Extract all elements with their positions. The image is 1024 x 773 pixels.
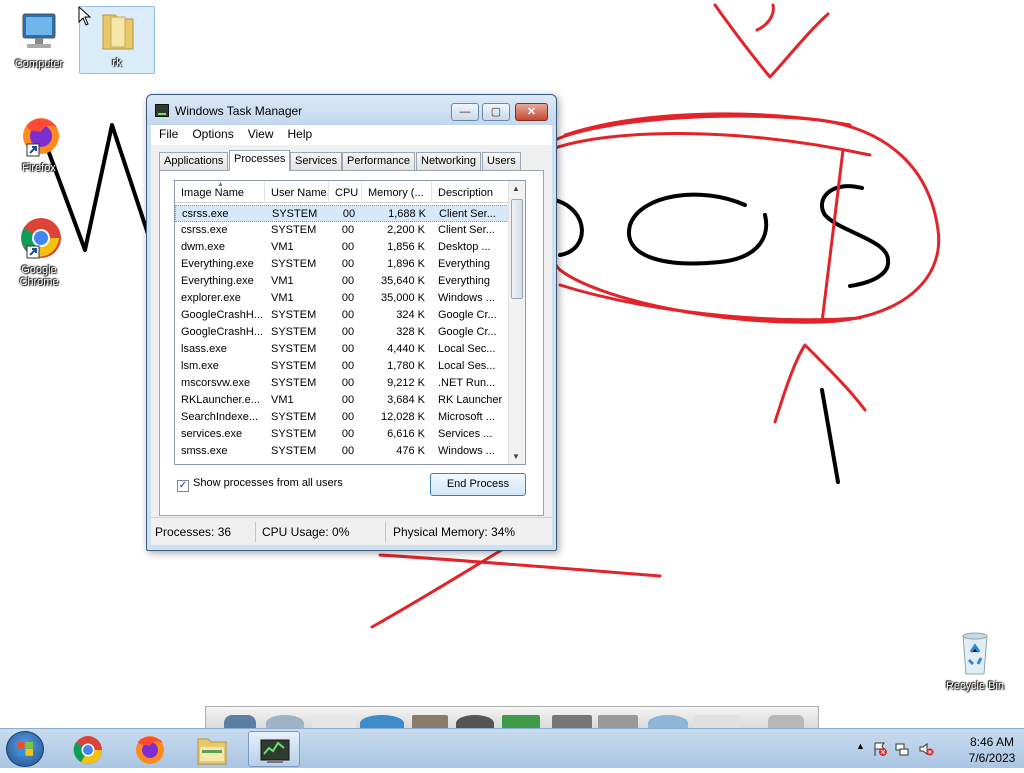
menu-bar: File Options View Help: [151, 125, 552, 145]
column-description[interactable]: Description: [432, 181, 509, 203]
process-row[interactable]: dwm.exe VM1 00 1,856 K Desktop ...: [175, 239, 509, 256]
tab-services[interactable]: Services: [290, 152, 343, 170]
process-row[interactable]: GoogleCrashH... SYSTEM 00 328 K Google Cr...: [175, 324, 509, 341]
process-row[interactable]: explorer.exe VM1 00 35,000 K Windows ...: [175, 290, 509, 307]
task-manager-icon: [260, 739, 290, 763]
end-process-button[interactable]: End Process: [430, 473, 526, 496]
menu-help[interactable]: Help: [280, 125, 319, 141]
desktop-icon-label: Firefox: [22, 162, 56, 174]
sort-arrow-icon: ▲: [217, 181, 224, 188]
mouse-cursor-icon: [78, 6, 92, 26]
clock-time: 8:46 AM: [969, 735, 1015, 749]
taskbar-firefox[interactable]: [124, 731, 176, 767]
tab-performance[interactable]: Performance: [342, 152, 415, 170]
desktop-icon-label: Recycle Bin: [945, 680, 1005, 692]
taskbar-explorer[interactable]: [186, 731, 238, 767]
minimize-button[interactable]: —: [451, 103, 479, 121]
recycle-bin-icon: [951, 630, 999, 678]
vertical-scrollbar[interactable]: ▲ ▼: [508, 181, 525, 464]
desktop-icon-label: rk: [112, 57, 122, 69]
action-center-flag-icon[interactable]: [872, 741, 888, 757]
scroll-down-arrow-icon[interactable]: ▼: [512, 452, 520, 461]
processes-panel: Image Name User Name CPU Memory (... Des…: [159, 170, 544, 516]
close-button[interactable]: ✕: [515, 103, 548, 121]
computer-desktop-icon[interactable]: Computer: [4, 8, 74, 70]
show-all-processes-checkbox[interactable]: ✓ Show processes from all users: [177, 477, 343, 492]
start-button[interactable]: [6, 731, 44, 767]
rk-launcher-dock: [205, 706, 819, 731]
firefox-desktop-icon[interactable]: Firefox: [4, 112, 74, 174]
desktop-icon-label: Computer: [14, 58, 64, 70]
scroll-thumb[interactable]: [511, 199, 523, 299]
tab-networking[interactable]: Networking: [416, 152, 482, 170]
menu-view[interactable]: View: [240, 125, 280, 141]
show-hidden-icons-icon[interactable]: ▲: [856, 741, 865, 751]
desktop-icon-label: Google Chrome: [19, 264, 59, 288]
clock-date: 7/6/2023: [968, 751, 1016, 765]
status-separator: [385, 522, 386, 542]
tab-users[interactable]: Users: [482, 152, 521, 170]
status-bar: Processes: 36 CPU Usage: 0% Physical Mem…: [151, 517, 552, 545]
process-row[interactable]: csrss.exe SYSTEM 00 2,200 K Client Ser...: [175, 222, 509, 239]
menu-file[interactable]: File: [151, 125, 184, 141]
process-row[interactable]: GoogleCrashH... SYSTEM 00 324 K Google Cr...: [175, 307, 509, 324]
task-manager-icon: [155, 104, 169, 117]
status-cpu-usage: CPU Usage: 0%: [262, 525, 350, 539]
process-row[interactable]: smss.exe SYSTEM 00 476 K Windows ...: [175, 443, 509, 460]
list-header: Image Name User Name CPU Memory (... Des…: [175, 181, 509, 203]
process-row[interactable]: mscorsvw.exe SYSTEM 00 9,212 K .NET Run...: [175, 375, 509, 392]
chrome-icon: [73, 736, 102, 764]
system-tray: ▲ 8:46 AM 7/6/2023: [834, 729, 1024, 769]
column-user-name[interactable]: User Name: [265, 181, 329, 203]
process-row[interactable]: SearchIndexe... SYSTEM 00 12,028 K Microsoft…: [175, 409, 509, 426]
chrome-icon: [15, 214, 63, 262]
taskbar-chrome[interactable]: [62, 731, 114, 767]
window-client-area: Applications Processes Services Performa…: [151, 145, 552, 545]
window-title: Windows Task Manager: [175, 104, 303, 118]
tab-processes[interactable]: Processes: [229, 150, 291, 171]
process-row[interactable]: csrss.exe SYSTEM 00 1,688 K Client Ser...: [175, 205, 509, 222]
status-processes: Processes: 36: [155, 525, 232, 539]
computer-icon: [15, 8, 63, 56]
process-row[interactable]: services.exe SYSTEM 00 6,616 K Services ...: [175, 426, 509, 443]
taskbar: ▲ 8:46 AM 7/6/2023: [0, 728, 1024, 768]
chrome-desktop-icon[interactable]: Google Chrome: [4, 214, 74, 288]
process-row[interactable]: Everything.exe VM1 00 35,640 K Everything: [175, 273, 509, 290]
network-icon[interactable]: [894, 741, 910, 757]
folder-icon: [93, 7, 141, 55]
process-row[interactable]: lsm.exe SYSTEM 00 1,780 K Local Ses...: [175, 358, 509, 375]
status-separator: [255, 522, 256, 542]
clock[interactable]: 8:46 AM 7/6/2023: [962, 734, 1022, 766]
taskbar-task-manager[interactable]: [248, 731, 300, 767]
column-memory[interactable]: Memory (...: [362, 181, 432, 203]
process-list[interactable]: Image Name User Name CPU Memory (... Des…: [174, 180, 526, 465]
checkbox-checked-icon[interactable]: ✓: [177, 480, 189, 492]
desktop: Computer rk Firefox Google Chrome Recycl…: [0, 0, 1024, 731]
volume-muted-icon[interactable]: [918, 741, 934, 757]
column-cpu[interactable]: CPU: [329, 181, 362, 203]
status-physical-memory: Physical Memory: 34%: [393, 525, 516, 539]
process-row[interactable]: RKLauncher.e... VM1 00 3,684 K RK Launcher: [175, 392, 509, 409]
process-row[interactable]: lsass.exe SYSTEM 00 4,440 K Local Sec...: [175, 341, 509, 358]
maximize-button[interactable]: ▢: [482, 103, 510, 121]
menu-options[interactable]: Options: [184, 125, 239, 141]
tab-applications[interactable]: Applications: [159, 152, 229, 170]
show-all-processes-label: Show processes from all users: [193, 477, 343, 489]
firefox-icon: [136, 736, 164, 764]
scroll-up-arrow-icon[interactable]: ▲: [512, 184, 520, 193]
recycle-bin-desktop-icon[interactable]: Recycle Bin: [940, 630, 1010, 692]
process-row[interactable]: Everything.exe SYSTEM 00 1,896 K Everything: [175, 256, 509, 273]
firefox-icon: [15, 112, 63, 160]
title-bar[interactable]: Windows Task Manager — ▢ ✕: [147, 95, 556, 125]
folder-icon: [197, 738, 227, 765]
task-manager-window: Windows Task Manager — ▢ ✕ File Options Vi…: [146, 94, 557, 551]
